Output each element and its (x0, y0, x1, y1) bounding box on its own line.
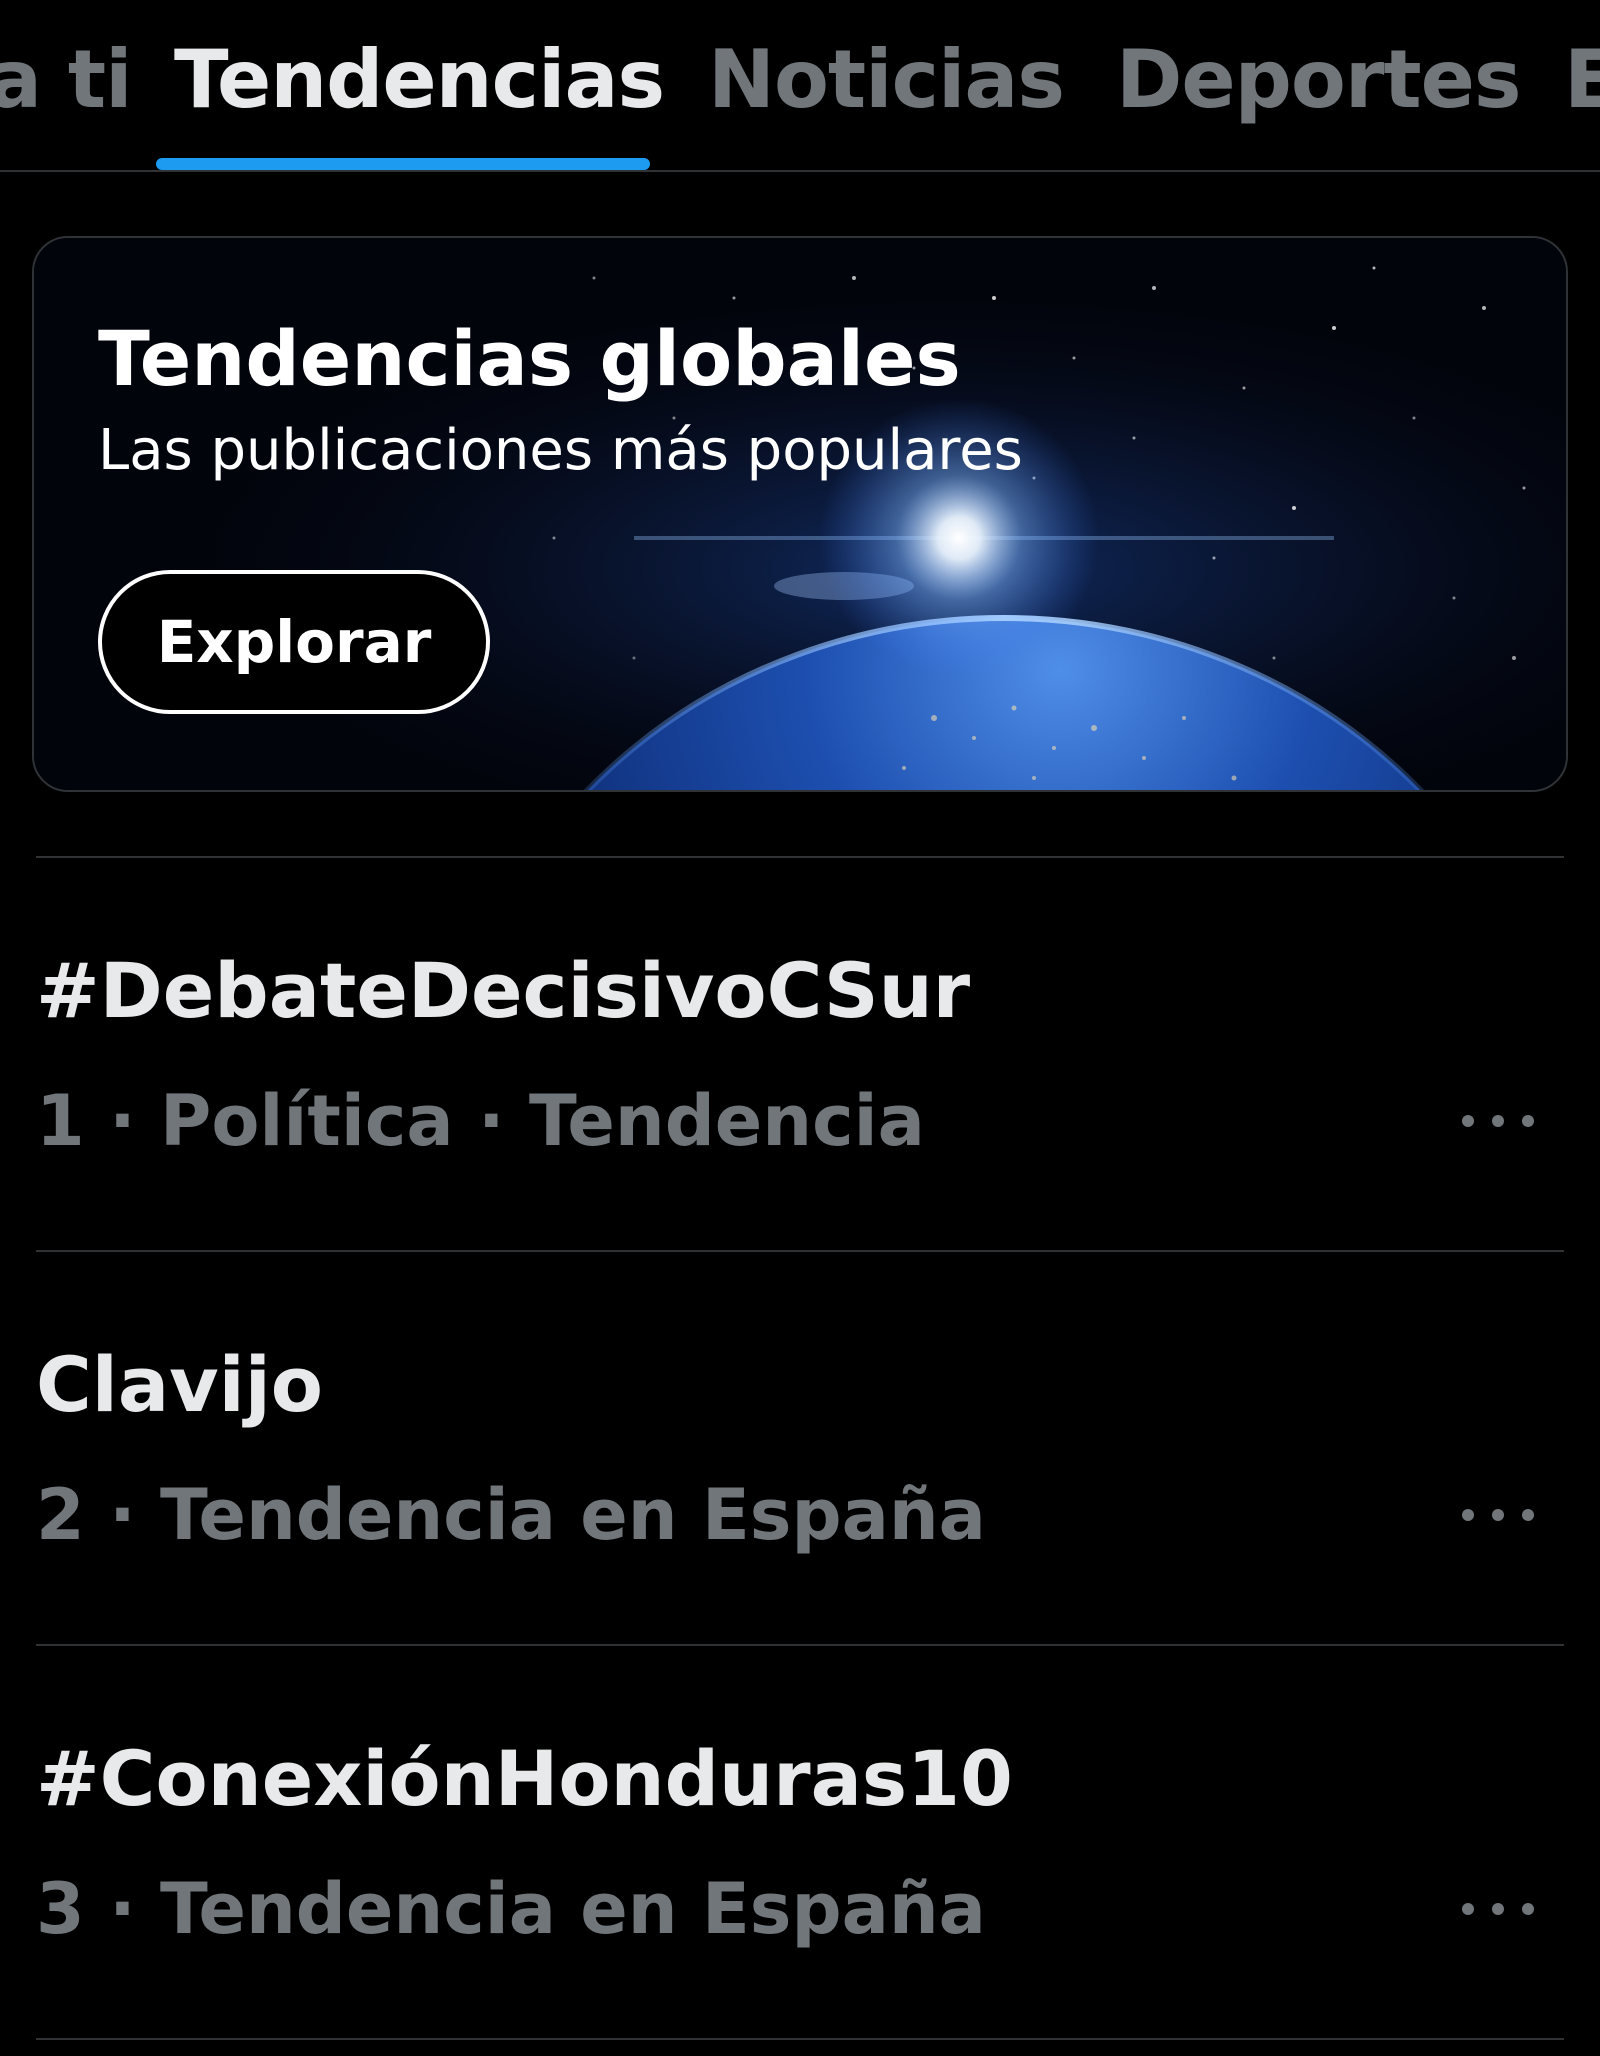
trend-item[interactable]: Clavijo 2 · Tendencia en España (0, 1252, 1600, 1644)
active-tab-indicator (156, 158, 650, 170)
trend-item[interactable]: #ConexiónHonduras10 3 · Tendencia en Esp… (0, 1646, 1600, 2038)
banner-subtitle: Las publicaciones más populares (98, 418, 1023, 483)
trend-meta: 3 · Tendencia en España (36, 1868, 986, 1950)
trend-name: #DebateDecisivoCSur (36, 946, 971, 1035)
trend-meta: 1 · Política · Tendencia (36, 1080, 925, 1162)
ellipsis-icon[interactable] (1462, 1096, 1534, 1146)
tab-entretenimiento[interactable]: E (1564, 30, 1600, 130)
global-trends-banner[interactable]: Tendencias globales Las publicaciones má… (32, 236, 1568, 792)
trend-meta: 2 · Tendencia en España (36, 1474, 986, 1556)
tab-deportes[interactable]: Deportes (1116, 30, 1521, 130)
trend-name: Clavijo (36, 1340, 323, 1429)
trend-item[interactable]: #DebateDecisivoCSur 1 · Política · Tende… (0, 858, 1600, 1250)
tab-para-ti[interactable]: a ti (0, 30, 132, 130)
ellipsis-icon[interactable] (1462, 1490, 1534, 1540)
trend-name: #ConexiónHonduras10 (36, 1734, 1013, 1823)
ellipsis-icon[interactable] (1462, 1884, 1534, 1934)
tab-tendencias[interactable]: Tendencias (174, 30, 665, 130)
divider (36, 2038, 1564, 2040)
explore-button[interactable]: Explorar (98, 570, 490, 714)
tab-noticias[interactable]: Noticias (708, 30, 1065, 130)
banner-title: Tendencias globales (98, 314, 961, 403)
tab-bar: a ti Tendencias Noticias Deportes E (0, 0, 1600, 172)
